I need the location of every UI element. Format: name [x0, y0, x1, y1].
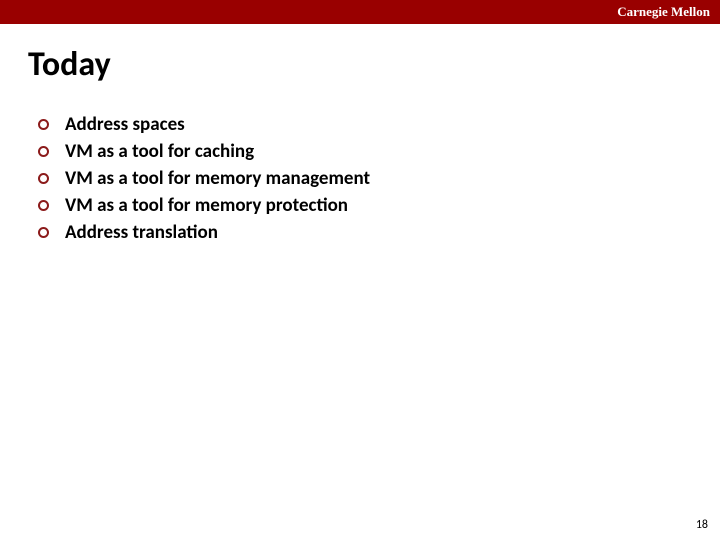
bullet-icon: [38, 173, 49, 184]
bullet-icon: [38, 146, 49, 157]
list-item: Address spaces: [38, 113, 692, 136]
bullet-icon: [38, 227, 49, 238]
list-item: VM as a tool for memory management: [38, 167, 692, 190]
list-item-text: VM as a tool for memory protection: [65, 194, 348, 217]
header-brand: Carnegie Mellon: [617, 4, 710, 20]
list-item: VM as a tool for memory protection: [38, 194, 692, 217]
header-bar: Carnegie Mellon: [0, 0, 720, 24]
list-item-text: VM as a tool for caching: [65, 140, 254, 163]
slide-title: Today: [28, 44, 692, 85]
list-item-text: Address translation: [65, 221, 218, 244]
list-item: Address translation: [38, 221, 692, 244]
bullet-icon: [38, 119, 49, 130]
bullet-list: Address spaces VM as a tool for caching …: [28, 113, 692, 244]
slide-content: Today Address spaces VM as a tool for ca…: [0, 24, 720, 244]
page-number: 18: [696, 518, 708, 532]
list-item: VM as a tool for caching: [38, 140, 692, 163]
bullet-icon: [38, 200, 49, 211]
list-item-text: VM as a tool for memory management: [65, 167, 370, 190]
list-item-text: Address spaces: [65, 113, 185, 136]
